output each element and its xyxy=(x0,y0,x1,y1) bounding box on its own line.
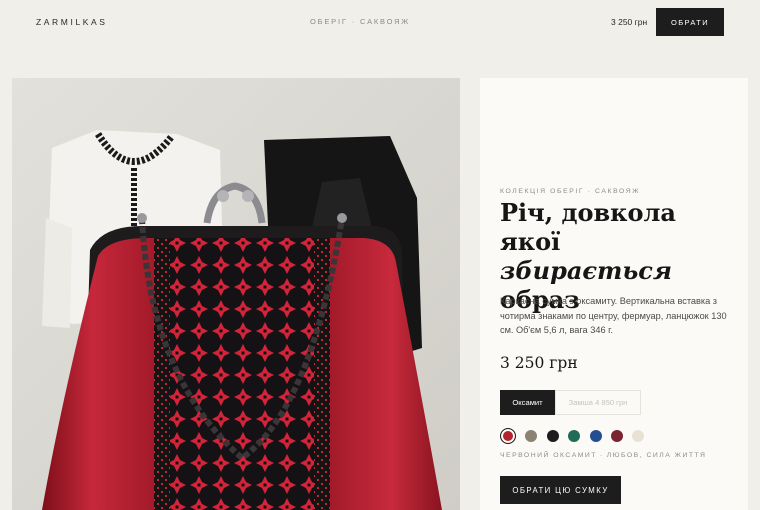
breadcrumb: ОБЕРІГ · САКВОЯЖ xyxy=(310,17,410,26)
color-swatch-2[interactable] xyxy=(525,430,538,442)
color-swatch-4[interactable] xyxy=(568,430,581,442)
eyebrow-separator: · xyxy=(587,188,596,195)
breadcrumb-item-product: САКВОЯЖ xyxy=(360,17,411,26)
product-photo xyxy=(12,78,460,510)
product-description: Каркасна сумка з оксамиту. Вертикальна в… xyxy=(500,296,727,335)
color-name: ЧЕРВОНИЙ ОКСАМИТ xyxy=(500,452,597,459)
color-meaning: ЛЮБОВ, СИЛА ЖИТТЯ xyxy=(606,452,707,459)
product-eyebrow: КОЛЕКЦІЯ ОБЕРІГ · САКВОЯЖ xyxy=(500,188,640,195)
color-swatch-7[interactable] xyxy=(632,430,645,442)
material-selector: Оксамит Замша 4 850 грн xyxy=(500,390,641,415)
header-price: 3 250 грн xyxy=(611,17,648,27)
title-line-2-plain: якої xyxy=(500,227,561,256)
material-option-suede[interactable]: Замша 4 850 грн xyxy=(555,390,641,415)
product-photo-image xyxy=(12,78,460,510)
color-caption: ЧЕРВОНИЙ ОКСАМИТ · ЛЮБОВ, СИЛА ЖИТТЯ xyxy=(500,452,706,459)
header-select-button[interactable]: ОБРАТИ xyxy=(656,8,724,36)
title-line-1: Річ, довкола xyxy=(500,198,676,227)
breadcrumb-item-collection[interactable]: ОБЕРІГ xyxy=(310,17,348,26)
color-caption-separator: · xyxy=(599,452,604,459)
color-swatch-5[interactable] xyxy=(589,430,602,442)
title-line-2-italic: збирається xyxy=(500,256,672,285)
brand-logo[interactable]: ZARMILKAS xyxy=(36,17,108,27)
product-price: 3 250 грн xyxy=(500,354,578,372)
select-this-bag-button[interactable]: ОБРАТИ ЦЮ СУМКУ xyxy=(500,476,621,504)
color-swatch-6[interactable] xyxy=(610,430,623,442)
top-bar: ZARMILKAS ОБЕРІГ · САКВОЯЖ 3 250 грн ОБРАТ… xyxy=(0,0,760,44)
color-swatch-3[interactable] xyxy=(546,430,559,442)
color-swatch-1[interactable] xyxy=(500,428,516,444)
eyebrow-collection: КОЛЕКЦІЯ ОБЕРІГ xyxy=(500,188,585,195)
title-line-2: якої збирається xyxy=(500,227,740,285)
material-option-velvet[interactable]: Оксамит xyxy=(500,390,555,415)
breadcrumb-separator: · xyxy=(351,17,357,26)
color-swatches xyxy=(500,428,654,444)
product-card: КОЛЕКЦІЯ ОБЕРІГ · САКВОЯЖ Річ, довкола я… xyxy=(480,78,748,510)
eyebrow-item: САКВОЯЖ xyxy=(595,188,641,195)
